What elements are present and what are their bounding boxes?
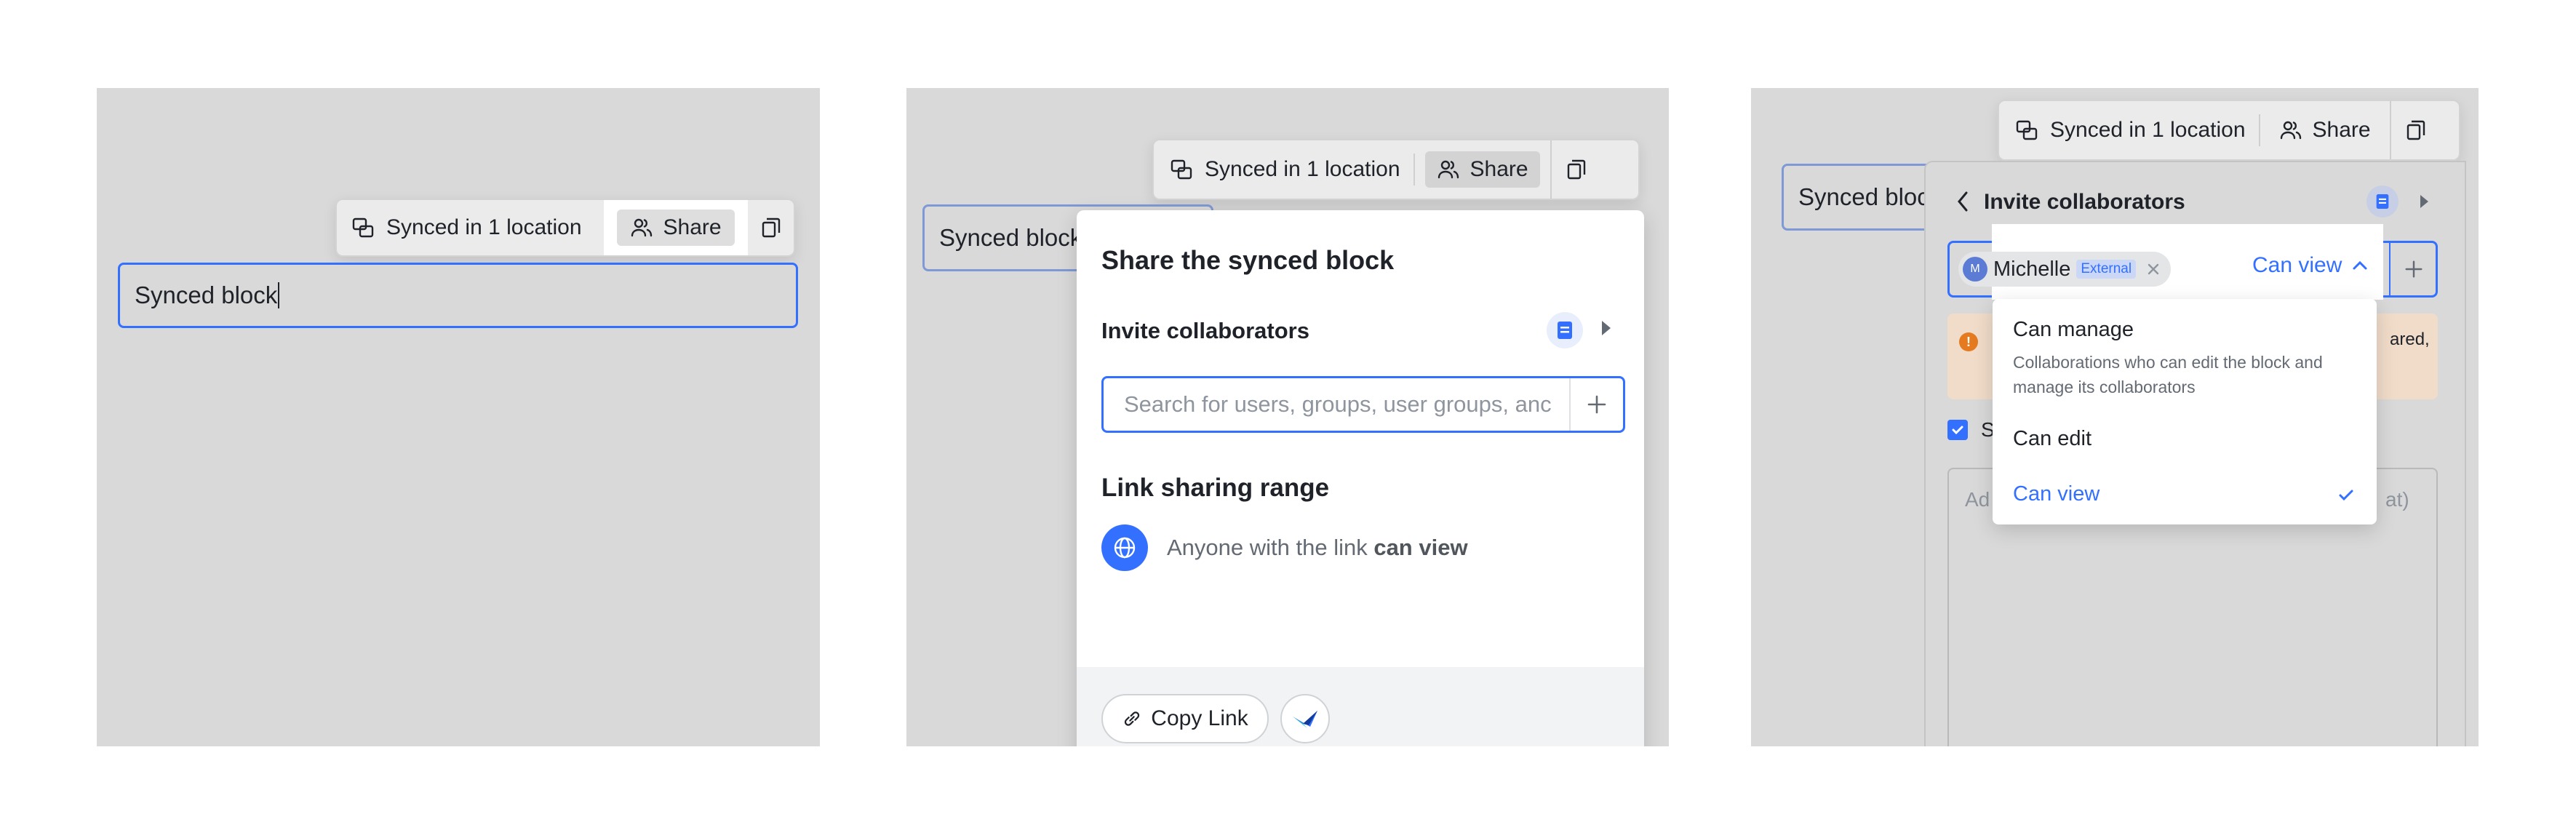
notify-checkbox[interactable]: [1947, 420, 1968, 440]
external-badge: External: [2076, 260, 2137, 279]
collaborator-search-field[interactable]: Search for users, groups, user groups, a…: [1101, 376, 1625, 433]
permission-dropdown: Can manage Collaborations who can edit t…: [1993, 299, 2377, 524]
textarea-placeholder-start: Ad: [1965, 488, 1990, 511]
avatar: M: [1963, 257, 1987, 282]
share-button[interactable]: Share: [1424, 151, 1540, 188]
share-label: Share: [663, 215, 722, 239]
option-label: Can manage: [2013, 318, 2134, 341]
warning-icon: !: [1959, 332, 1978, 351]
permission-select[interactable]: Can view: [2252, 253, 2368, 278]
option-label: Can edit: [2013, 427, 2092, 450]
permission-option-manage[interactable]: Can manage Collaborations who can edit t…: [1993, 299, 2377, 405]
check-icon: [2337, 487, 2355, 504]
link-permission-setting[interactable]: Anyone with the link can view: [1167, 535, 1468, 561]
copy-button[interactable]: [1552, 158, 1601, 181]
invite-collaborators-label: Invite collaborators: [1101, 318, 1309, 343]
synced-location-label: Synced in 1 location: [2050, 118, 2246, 142]
toolbar-divider: [1413, 153, 1415, 185]
synced-location-button[interactable]: Synced in 1 location: [2015, 118, 2259, 143]
synced-block-text: Synced block: [1798, 183, 1942, 210]
plus-icon: [2405, 260, 2423, 278]
share-people-icon: [1437, 158, 1460, 181]
back-icon[interactable]: [1953, 188, 1974, 215]
caret-right-icon[interactable]: [2420, 195, 2428, 208]
chip-name: Michelle: [1993, 257, 2071, 281]
copy-link-button[interactable]: Copy Link: [1101, 694, 1269, 743]
copy-icon: [1565, 158, 1588, 181]
copy-icon: [2404, 119, 2428, 142]
globe-icon: [1101, 524, 1148, 571]
synced-location-label: Synced in 1 location: [386, 215, 582, 239]
share-label: Share: [2312, 118, 2371, 142]
field-divider: [2389, 243, 2390, 295]
synced-location-button[interactable]: Synced in 1 location: [351, 215, 604, 240]
option-label: Can view: [2013, 482, 2100, 506]
caret-right-icon[interactable]: [1602, 321, 1611, 335]
synced-location-label: Synced in 1 location: [1205, 157, 1400, 181]
synced-block-input[interactable]: Synced block: [118, 263, 798, 328]
copy-button[interactable]: [748, 216, 794, 239]
text-caret: [278, 282, 280, 308]
link-permission-prefix: Anyone with the link: [1167, 535, 1374, 560]
app-share-button[interactable]: [1280, 694, 1330, 743]
sync-icon: [1170, 158, 1193, 181]
warning-text-fragment: ared,: [2390, 330, 2430, 349]
link-sharing-range-title: Link sharing range: [1101, 474, 1330, 502]
panel-synced-block-toolbar: Synced in 1 location Share Synced block: [97, 88, 820, 746]
permission-option-edit[interactable]: Can edit: [1993, 418, 2377, 465]
copy-icon: [759, 216, 783, 239]
sync-icon: [351, 216, 375, 239]
share-highlight: Share: [603, 200, 748, 255]
copy-button[interactable]: [2391, 119, 2441, 142]
synced-block-text: Synced block: [939, 224, 1082, 251]
add-collaborator-button[interactable]: [1571, 378, 1623, 431]
share-people-icon: [2279, 119, 2302, 142]
close-icon[interactable]: [2146, 262, 2161, 276]
collaborator-chip[interactable]: M Michelle External: [1958, 252, 2172, 287]
block-toolbar: Synced in 1 location Share: [1998, 100, 2460, 161]
permission-value: Can view: [2252, 253, 2342, 277]
panel-share-popup: Synced in 1 location Share Synced block …: [906, 88, 1669, 746]
collaborator-search-input[interactable]: Search for users, groups, user groups, a…: [1104, 391, 1569, 418]
doc-icon[interactable]: [1547, 312, 1583, 348]
textarea-placeholder-end: at): [2385, 488, 2409, 511]
chevron-up-icon: [2352, 258, 2368, 274]
share-people-icon: [630, 216, 653, 239]
add-collaborator-button[interactable]: [2398, 253, 2430, 285]
copy-link-label: Copy Link: [1151, 706, 1248, 730]
share-label: Share: [1470, 157, 1528, 181]
invite-panel-title: Invite collaborators: [1984, 190, 2185, 214]
share-popup: Share the synced block Invite collaborat…: [1077, 210, 1644, 746]
check-icon: [1952, 426, 1963, 435]
permission-option-view[interactable]: Can view: [1993, 472, 2377, 519]
plus-icon: [1585, 393, 1608, 416]
block-toolbar: Synced in 1 location Share: [1152, 139, 1640, 200]
panel-invite-collaborators: Synced in 1 location Share Synced block: [1751, 88, 2479, 746]
app-logo-icon: [1291, 708, 1319, 730]
share-button[interactable]: Share: [616, 210, 735, 246]
share-button[interactable]: Share: [2260, 118, 2390, 143]
link-icon: [1122, 709, 1142, 729]
collaborator-field[interactable]: M Michelle External Can view: [1947, 224, 2438, 300]
synced-location-button[interactable]: Synced in 1 location: [1170, 157, 1413, 182]
synced-block-text: Synced block: [135, 282, 278, 308]
option-description: Collaborations who can edit the block an…: [2013, 353, 2323, 396]
sync-icon: [2015, 119, 2038, 142]
block-toolbar: Synced in 1 location Share: [335, 199, 795, 257]
doc-icon[interactable]: [2366, 185, 2398, 218]
link-permission-value: can view: [1373, 535, 1468, 560]
share-popup-title: Share the synced block: [1101, 245, 1395, 275]
